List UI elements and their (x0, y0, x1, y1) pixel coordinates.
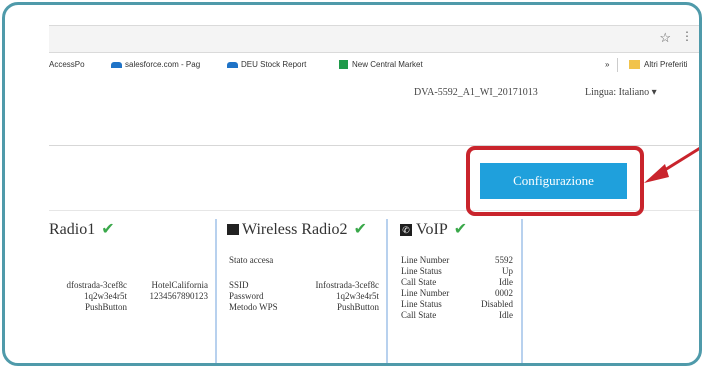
radio1-col1: dfostrada-3cef8c 1q2w3e4r5t PushButton (49, 280, 127, 313)
password-value: 1q2w3e4r5t (336, 291, 379, 301)
wireless-icon (227, 224, 239, 235)
line-status-label: Line Status (401, 299, 442, 309)
call-state-value: Idle (499, 277, 513, 287)
radio2-status: Stato accesa (229, 255, 274, 265)
call-state-label: Call State (401, 277, 437, 287)
voip-labels: Line Number Line Status Call State Line … (401, 255, 449, 321)
radio1-ssid2: HotelCalifornia (151, 280, 208, 290)
check-icon: ✔ (453, 221, 468, 238)
screenshot-frame: ☆ ⋮ AccessPo salesforce.com - Pag DEU St… (2, 2, 702, 366)
radio1-col2: HotelCalifornia 1234567890123 (130, 280, 209, 302)
panel-separator (386, 219, 388, 363)
radio1-title: Radio1 ✔ (49, 219, 115, 239)
panel-separator (521, 219, 523, 363)
ssid-value: Infostrada-3cef8c (315, 280, 379, 290)
line-number-value: 0002 (495, 288, 513, 298)
radio1-wps: PushButton (84, 302, 127, 312)
line-number-label: Line Number (401, 255, 450, 265)
radio1-password: 1q2w3e4r5t (84, 291, 127, 301)
radio1-ssid: dfostrada-3cef8c (66, 280, 127, 290)
voip-title: ✆ VoIP ✔ (400, 219, 467, 239)
line-status-label: Line Status (401, 266, 442, 276)
phone-icon: ✆ (400, 224, 412, 236)
wps-label: Metodo WPS (229, 302, 278, 312)
call-state-label: Call State (401, 310, 437, 320)
panel-separator (215, 219, 217, 363)
line-status-value: Disabled (481, 299, 513, 309)
radio1-password2: 1234567890123 (149, 291, 209, 301)
radio2-title: Wireless Radio2 ✔ (227, 219, 367, 239)
line-number-value: 5592 (495, 255, 513, 265)
check-icon: ✔ (101, 221, 115, 238)
call-state-value: Idle (499, 310, 513, 320)
voip-values: 5592 Up Idle 0002 Disabled Idle (455, 255, 513, 321)
password-label: Password (229, 291, 264, 301)
radio1-title-text: Radio1 (49, 221, 96, 238)
check-icon: ✔ (353, 221, 367, 238)
radio2-labels: SSID Password Metodo WPS (229, 280, 278, 313)
radio2-title-text: Wireless Radio2 (242, 221, 348, 238)
voip-title-text: VoIP (416, 221, 448, 238)
line-number-label: Line Number (401, 288, 450, 298)
wps-value: PushButton (336, 302, 379, 312)
radio2-values: Infostrada-3cef8c 1q2w3e4r5t PushButton (293, 280, 379, 313)
ssid-label: SSID (229, 280, 249, 290)
line-status-value: Up (502, 266, 513, 276)
